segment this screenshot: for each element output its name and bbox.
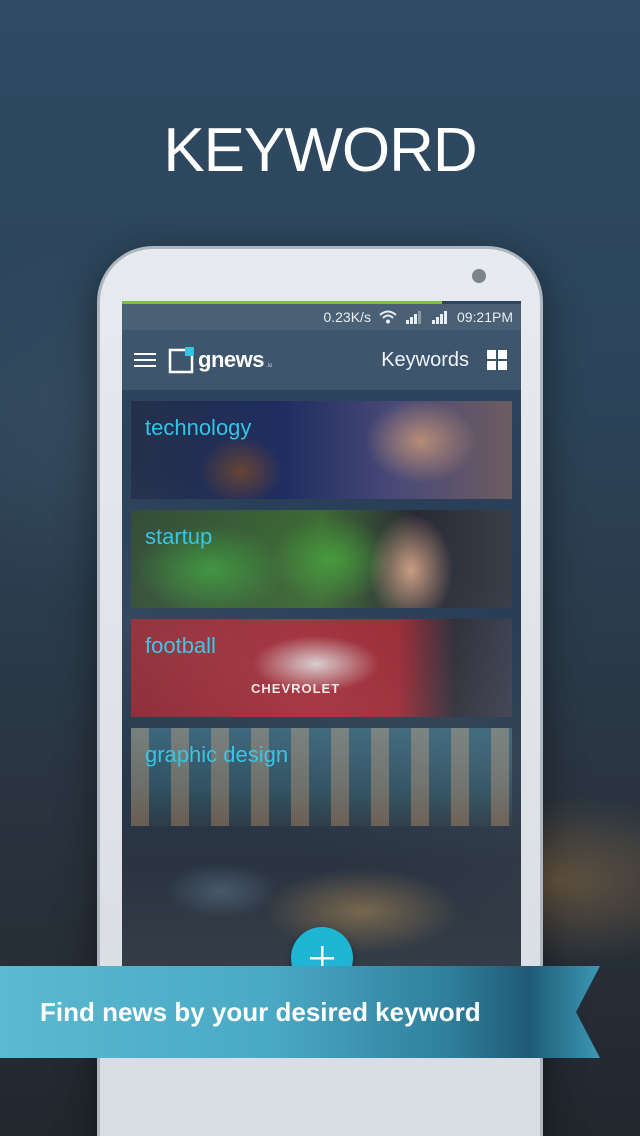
keyword-label: startup	[145, 524, 213, 549]
phone-camera	[472, 269, 486, 283]
logo-suffix: .io	[265, 363, 273, 369]
grid-view-icon[interactable]	[479, 330, 515, 390]
app-screen: 0.23K/s 09:21PM gnews .io Keywords techn…	[122, 301, 521, 1001]
status-time: 09:21PM	[456, 309, 513, 325]
status-bar: 0.23K/s 09:21PM	[122, 304, 521, 330]
logo-text: gnews	[198, 347, 264, 372]
keyword-card-technology[interactable]: technology	[131, 401, 512, 499]
signal-icon	[431, 310, 449, 324]
keyword-card-football[interactable]: CHEVROLET graphic design football	[131, 619, 512, 717]
keyword-card-graphic-design[interactable]: graphic design	[131, 728, 512, 826]
hamburger-menu-icon[interactable]	[122, 330, 168, 390]
keyword-label: football	[145, 633, 216, 658]
keyword-list: technology startup CHEVROLET graphic des…	[131, 401, 512, 837]
app-bar: gnews .io Keywords	[122, 330, 521, 390]
card-image-text: CHEVROLET	[251, 681, 341, 696]
network-speed: 0.23K/s	[323, 309, 371, 325]
keyword-label: graphic design	[145, 742, 289, 767]
gnews-logo[interactable]: gnews .io	[168, 346, 272, 374]
page-title: Keywords	[381, 348, 469, 371]
keyword-label: technology	[145, 415, 252, 440]
promo-ribbon-text: Find news by your desired keyword	[40, 996, 481, 1027]
keyword-card-startup[interactable]: startup	[131, 510, 512, 608]
wifi-icon	[379, 310, 397, 324]
promo-headline: KEYWORD	[163, 116, 477, 185]
signal-icon	[405, 310, 423, 324]
promo-ribbon: Find news by your desired keyword	[0, 966, 600, 1058]
logo-mark-icon	[168, 347, 194, 374]
